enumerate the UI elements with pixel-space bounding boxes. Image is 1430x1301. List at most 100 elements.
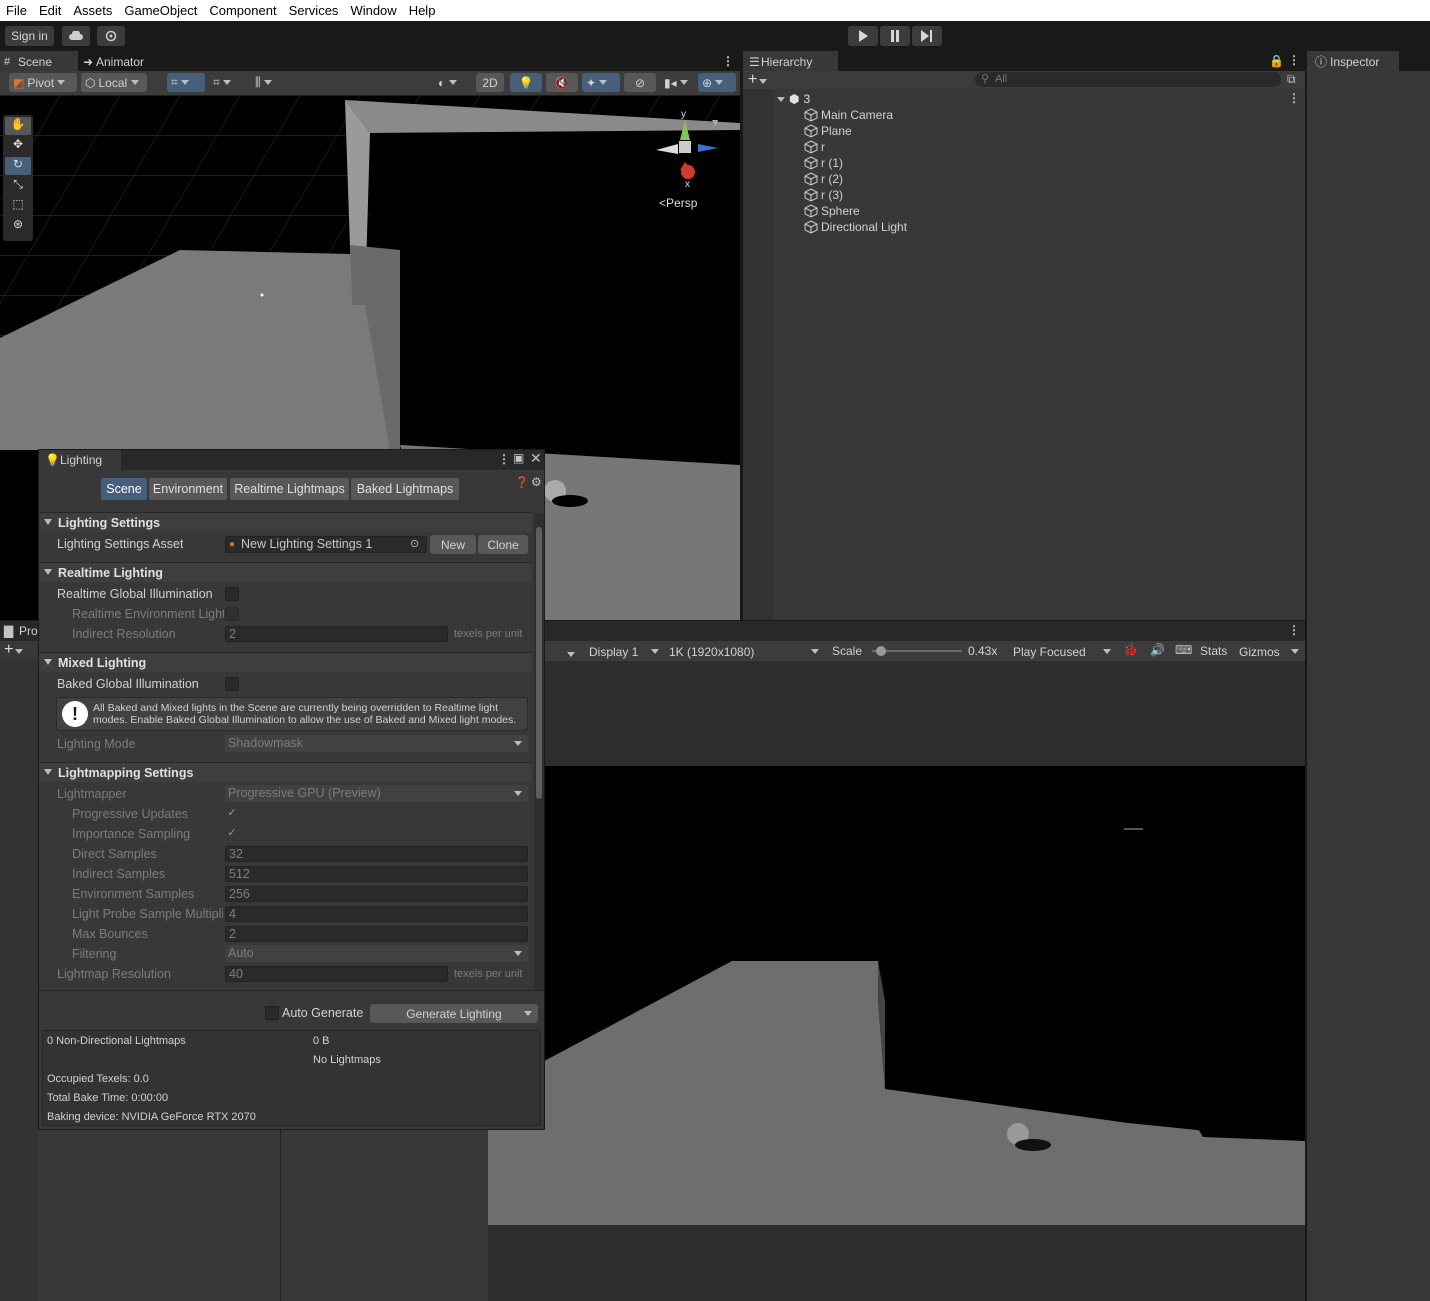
bug-icon[interactable]: 🐞 [1123,643,1138,657]
scrollbar-thumb[interactable] [536,527,542,799]
direct-samples-field[interactable]: 32 [225,846,528,862]
scene-menu-icon[interactable]: ⋮ [1288,91,1300,105]
resolution-dropdown[interactable]: 1K (1920x1080) [665,642,823,661]
2d-toggle[interactable]: 2D [476,73,504,92]
foldout-arrow-icon[interactable] [44,659,52,665]
hierarchy-menu-icon[interactable]: ⋮ [1288,53,1300,67]
importance-sampling-checkbox[interactable]: ✓ [225,827,239,841]
baked-gi-checkbox[interactable] [225,677,239,691]
hierarchy-item[interactable]: Plane [804,123,852,139]
keyboard-icon[interactable]: ⌨ [1175,643,1192,657]
lighting-tab-realtime-lightmaps[interactable]: Realtime Lightmaps [230,478,349,500]
tab-lighting[interactable]: 💡 Lighting [39,450,121,470]
pause-button[interactable] [880,26,910,46]
foldout-arrow-icon[interactable] [44,569,52,575]
rect-tool-icon[interactable]: ⬚ [5,197,31,215]
generate-lighting-button[interactable]: Generate Lighting [370,1004,538,1023]
game-view[interactable] [488,661,1305,1301]
gizmos-dropdown[interactable]: ⊕ [698,73,736,92]
menu-component[interactable]: Component [203,0,282,21]
lightmapper-dropdown[interactable]: Progressive GPU (Preview) [225,785,528,802]
lighting-tab-scene[interactable]: Scene [101,478,147,500]
draw-mode-dropdown[interactable]: ◐ [434,73,470,92]
lighting-tab-baked-lightmaps[interactable]: Baked Lightmaps [351,478,459,500]
indirect-resolution-field[interactable]: 2 [225,626,448,642]
grid-snap-toggle[interactable]: ⌗ [167,73,205,92]
lighting-tab-environment[interactable]: Environment [149,478,227,500]
indirect-samples-field[interactable]: 512 [225,866,528,882]
section-lightmapping-settings[interactable]: Lightmapping Settings [39,762,531,782]
menu-services[interactable]: Services [283,0,345,21]
tab-project[interactable]: Pro [19,624,38,638]
maximize-icon[interactable]: ▣ [513,451,524,465]
persp-label[interactable]: <Persp [659,196,697,210]
play-button[interactable] [848,26,878,46]
section-lighting-settings[interactable]: Lighting Settings [39,512,531,532]
hierarchy-item[interactable]: Main Camera [804,107,893,123]
kebab-menu-icon[interactable]: ⋮ [722,54,734,68]
environment-samples-field[interactable]: 256 [225,886,528,902]
section-mixed-lighting[interactable]: Mixed Lighting [39,652,531,672]
light-probe-multiplier-field[interactable]: 4 [225,906,528,922]
menu-help[interactable]: Help [403,0,442,21]
effects-dropdown[interactable]: ✦ [582,73,620,92]
filtering-dropdown[interactable]: Auto [225,945,528,962]
section-realtime-lighting[interactable]: Realtime Lighting [39,562,531,582]
lighting-menu-icon[interactable]: ⋮ [498,452,510,466]
camera-dropdown[interactable]: ▮◂ [660,73,696,92]
progressive-updates-checkbox[interactable]: ✓ [225,807,239,821]
lighting-mode-dropdown[interactable]: Shadowmask [225,735,528,752]
scale-slider-handle[interactable] [876,646,886,656]
lighting-toggle[interactable]: 💡 [510,73,542,92]
pivot-dropdown[interactable]: ◩ Pivot [9,73,77,92]
menu-file[interactable]: File [0,0,33,21]
hierarchy-item[interactable]: r (2) [804,171,843,187]
add-icon[interactable]: + [748,71,768,89]
close-icon[interactable]: ✕ [530,450,542,467]
max-bounces-field[interactable]: 2 [225,926,528,942]
settings-gear-icon[interactable]: ⚙ [531,475,542,489]
hierarchy-item[interactable]: r [804,139,825,155]
foldout-arrow-icon[interactable] [44,769,52,775]
play-mode-dropdown[interactable]: Play Focused [1009,642,1115,661]
tab-hierarchy[interactable]: ☰ Hierarchy [743,51,838,72]
audio-toggle[interactable]: 🔇 [546,73,578,92]
step-button[interactable] [912,26,942,46]
object-picker-icon[interactable]: ⊙ [410,537,419,551]
ruler-toggle[interactable]: ⫼ [251,73,287,92]
collab-icon[interactable] [97,26,125,46]
move-tool-icon[interactable]: ✥ [5,137,31,155]
hierarchy-item[interactable]: r (3) [804,187,843,203]
foldout-arrow-icon[interactable] [44,519,52,525]
scale-tool-icon[interactable]: ⤡ [5,177,31,195]
new-settings-button[interactable]: New [430,535,476,554]
orientation-gizmo[interactable]: y x <Persp [650,100,730,210]
hidden-objects-toggle[interactable]: ⊘ [624,73,656,92]
auto-generate-checkbox[interactable] [265,1006,279,1020]
hand-tool-icon[interactable]: ✋ [5,117,31,135]
settings-asset-field[interactable]: ● New Lighting Settings 1 ⊙ [225,536,427,553]
tab-scene[interactable]: # Scene [0,51,78,72]
menu-assets[interactable]: Assets [67,0,118,21]
lighting-scrollbar[interactable] [534,513,544,990]
lightmap-resolution-field[interactable]: 40 [225,966,448,982]
speaker-icon[interactable]: 🔊 [1150,643,1165,657]
help-icon[interactable]: ❓ [515,476,529,489]
local-dropdown[interactable]: ⬡ Local [81,73,147,92]
transform-tool-icon[interactable]: ⊛ [5,217,31,235]
rotate-tool-icon[interactable]: ↻ [5,157,31,175]
project-add-icon[interactable]: + [4,641,24,659]
realtime-env-light-checkbox[interactable] [225,607,239,621]
tab-inspector[interactable]: ⓘ Inspector [1307,51,1399,72]
menu-gameobject[interactable]: GameObject [118,0,203,21]
stats-button[interactable]: Stats [1200,644,1227,658]
menu-window[interactable]: Window [344,0,402,21]
sign-in-button[interactable]: Sign in [5,26,54,46]
realtime-gi-checkbox[interactable] [225,587,239,601]
hierarchy-item[interactable]: r (1) [804,155,843,171]
hierarchy-item[interactable]: Directional Light [804,219,907,235]
hierarchy-search-input[interactable]: ⚲ All [975,72,1281,87]
increment-snap-toggle[interactable]: ⌗ [209,73,247,92]
scale-slider[interactable] [872,646,962,656]
game-mode-dropdown[interactable] [567,646,575,660]
